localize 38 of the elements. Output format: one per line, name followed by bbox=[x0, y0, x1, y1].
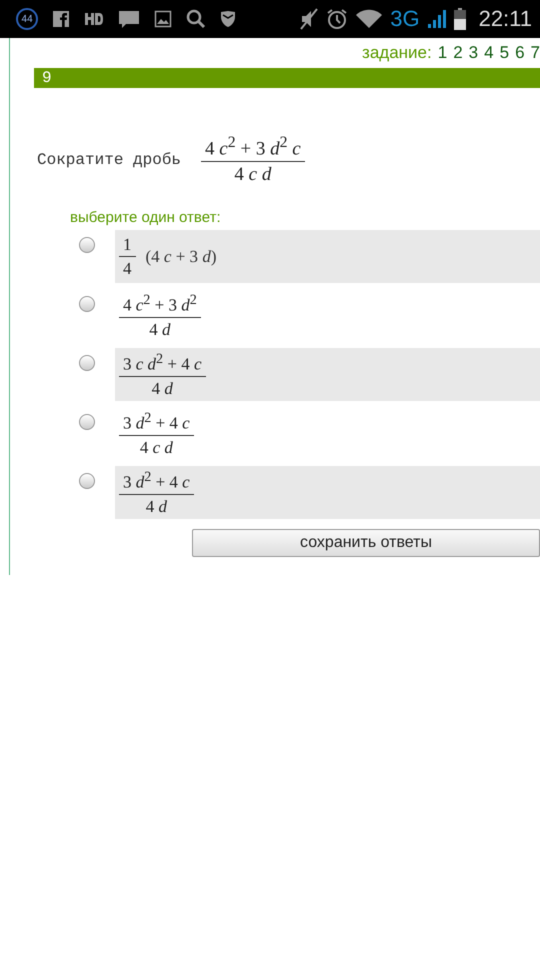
radio-button[interactable] bbox=[79, 473, 95, 490]
question-text: Сократите дробь bbox=[37, 151, 182, 170]
answer-fraction: 4 c$^{2}$ + 3 d$^{2}$ 4 d bbox=[119, 292, 201, 340]
shield-icon bbox=[220, 10, 236, 28]
wifi-icon bbox=[355, 9, 384, 29]
search-icon bbox=[186, 9, 206, 29]
answer-fraction: 3 c d$^{2}$ + 4 c 4 d bbox=[119, 351, 206, 399]
muted-sound-icon bbox=[299, 8, 320, 30]
image-icon bbox=[154, 10, 172, 28]
save-answers-button[interactable]: сохранить ответы bbox=[192, 529, 540, 558]
task-link[interactable]: 1 bbox=[438, 43, 448, 63]
answer-fraction: 3 d$^{2}$ + 4 c 4 c d bbox=[119, 410, 194, 458]
signal-icon bbox=[426, 9, 447, 29]
notification-count: 44 bbox=[16, 8, 38, 30]
battery-icon bbox=[454, 8, 466, 30]
clock-time: 22:11 bbox=[478, 6, 532, 32]
answer-fraction: 3 d$^{2}$ + 4 c 4 d bbox=[119, 469, 194, 517]
task-link[interactable]: 7 bbox=[530, 43, 540, 63]
radio-button[interactable] bbox=[79, 296, 95, 312]
task-link[interactable]: 4 bbox=[484, 43, 494, 63]
radio-button[interactable] bbox=[79, 355, 95, 372]
question-fraction: 4 c$^{2}$ + 3 d$^{2}$ c 4 c d bbox=[201, 134, 305, 186]
answer-prompt: выберите один ответ: bbox=[70, 209, 222, 226]
answer-fraction: 1 4 bbox=[119, 234, 136, 279]
network-type: 3G bbox=[390, 6, 420, 32]
task-link[interactable]: 6 bbox=[515, 43, 525, 63]
task-link[interactable]: 2 bbox=[453, 43, 463, 63]
radio-button[interactable] bbox=[79, 237, 95, 254]
alarm-icon bbox=[326, 8, 348, 30]
task-link[interactable]: 5 bbox=[500, 43, 510, 63]
task-label: задание: bbox=[362, 43, 432, 63]
facebook-icon bbox=[52, 10, 70, 28]
radio-button[interactable] bbox=[79, 414, 95, 430]
message-icon bbox=[118, 9, 140, 29]
question-number: 9 bbox=[42, 69, 52, 87]
hd-icon bbox=[84, 12, 104, 26]
answer-factor: (4 c + 3 d) bbox=[146, 246, 216, 267]
task-link[interactable]: 3 bbox=[468, 43, 478, 63]
